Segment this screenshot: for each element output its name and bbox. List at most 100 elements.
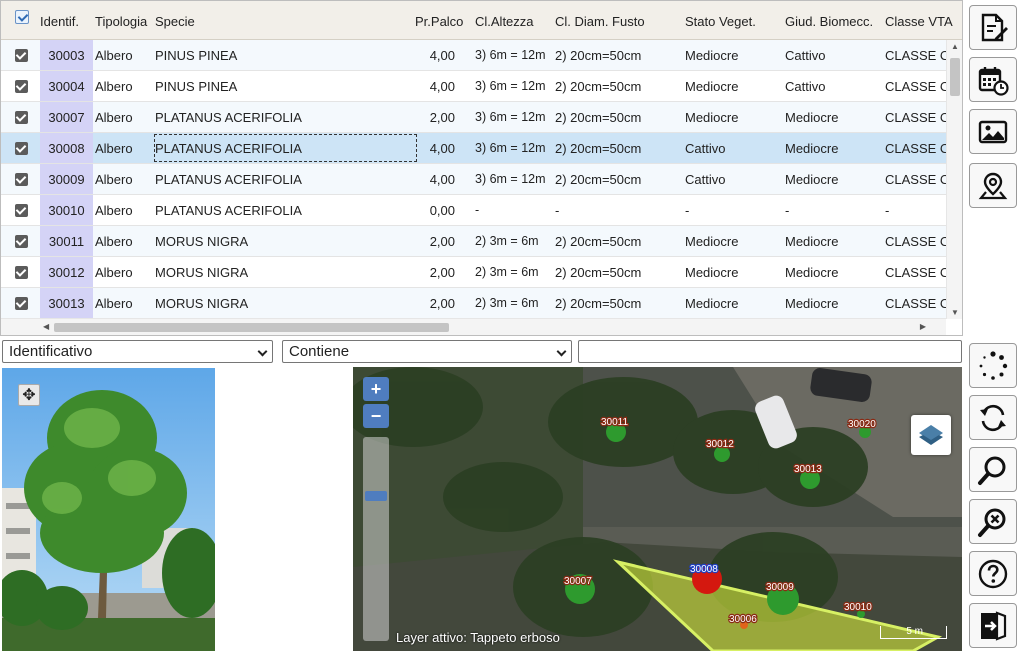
cell-specie[interactable]: MORUS NIGRA — [155, 257, 413, 287]
table-row[interactable]: 30009 Albero PLATANUS ACERIFOLIA 4,00 3) 6m … — [1, 164, 946, 195]
move-icon[interactable]: ✥ — [18, 384, 40, 406]
cell-stato[interactable]: Cattivo — [685, 133, 783, 163]
cell-palco[interactable]: 4,00 — [413, 133, 455, 163]
row-checkbox[interactable] — [15, 204, 28, 217]
cell-biomecc[interactable]: Mediocre — [785, 288, 883, 318]
filter-field-select[interactable]: Identificativo — [2, 340, 273, 363]
col-header-vta[interactable]: Classe VTA — [885, 14, 953, 29]
map-view[interactable]: 30011 30012 30013 30020 30007 30008 3000… — [353, 367, 962, 651]
cell-stato[interactable]: Mediocre — [685, 102, 783, 132]
cell-stato[interactable]: Mediocre — [685, 71, 783, 101]
cell-stato[interactable]: Mediocre — [685, 40, 783, 70]
cell-altezza[interactable]: 3) 6m = 12m — [475, 133, 553, 163]
table-row[interactable]: 30011 Albero MORUS NIGRA 2,00 2) 3m = 6m 2) 2… — [1, 226, 946, 257]
edit-button[interactable] — [969, 5, 1017, 50]
cell-id[interactable]: 30012 — [40, 257, 93, 287]
map-marker-label[interactable]: 30012 — [705, 438, 736, 451]
zoom-slider[interactable] — [363, 437, 389, 641]
cell-stato[interactable]: Mediocre — [685, 288, 783, 318]
cell-biomecc[interactable]: Cattivo — [785, 40, 883, 70]
map-marker-label[interactable]: 30013 — [793, 463, 824, 476]
col-header-specie[interactable]: Specie — [155, 14, 195, 29]
cell-specie[interactable]: PLATANUS ACERIFOLIA — [155, 102, 413, 132]
map-marker-label[interactable]: 30007 — [563, 575, 594, 588]
cell-id[interactable]: 30007 — [40, 102, 93, 132]
cell-tipologia[interactable]: Albero — [95, 257, 153, 287]
cell-tipologia[interactable]: Albero — [95, 40, 153, 70]
cell-altezza[interactable]: 3) 6m = 12m — [475, 102, 553, 132]
schedule-button[interactable] — [969, 57, 1017, 102]
cell-palco[interactable]: 2,00 — [413, 226, 455, 256]
cell-tipologia[interactable]: Albero — [95, 195, 153, 225]
cell-palco[interactable]: 4,00 — [413, 40, 455, 70]
row-checkbox[interactable] — [15, 111, 28, 124]
cell-tipologia[interactable]: Albero — [95, 288, 153, 318]
select-all-checkbox[interactable] — [15, 10, 29, 24]
cell-diam[interactable]: - — [555, 195, 681, 225]
cell-altezza[interactable]: 3) 6m = 12m — [475, 71, 553, 101]
col-header-altezza[interactable]: Cl.Altezza — [475, 14, 534, 29]
vertical-scroll-thumb[interactable] — [950, 58, 960, 96]
cell-biomecc[interactable]: Mediocre — [785, 102, 883, 132]
vertical-scrollbar[interactable]: ▲ ▼ — [946, 40, 962, 319]
cell-stato[interactable]: - — [685, 195, 783, 225]
col-header-palco[interactable]: Pr.Palco — [415, 14, 463, 29]
cell-diam[interactable]: 2) 20cm=50cm — [555, 71, 681, 101]
table-row[interactable]: 30004 Albero PINUS PINEA 4,00 3) 6m = 12m 2) … — [1, 71, 946, 102]
row-checkbox[interactable] — [15, 80, 28, 93]
cell-tipologia[interactable]: Albero — [95, 226, 153, 256]
map-canvas[interactable]: 30011 30012 30013 30020 30007 30008 3000… — [353, 367, 962, 651]
search-button[interactable] — [969, 447, 1017, 492]
cell-biomecc[interactable]: Mediocre — [785, 164, 883, 194]
cell-diam[interactable]: 2) 20cm=50cm — [555, 288, 681, 318]
cell-vta[interactable]: - — [885, 195, 946, 225]
cell-vta[interactable]: CLASSE C — [885, 133, 946, 163]
cell-diam[interactable]: 2) 20cm=50cm — [555, 226, 681, 256]
cell-biomecc[interactable]: Mediocre — [785, 226, 883, 256]
scroll-up-icon[interactable]: ▲ — [951, 42, 959, 51]
cell-tipologia[interactable]: Albero — [95, 102, 153, 132]
cell-altezza[interactable]: 3) 6m = 12m — [475, 164, 553, 194]
row-checkbox[interactable] — [15, 235, 28, 248]
filter-operator-select[interactable]: Contiene — [282, 340, 572, 363]
cell-specie[interactable]: MORUS NIGRA — [155, 226, 413, 256]
cell-vta[interactable]: CLASSE C — [885, 226, 946, 256]
horizontal-scrollbar[interactable]: ◀ ▶ — [1, 318, 946, 335]
cell-palco[interactable]: 4,00 — [413, 71, 455, 101]
scroll-down-icon[interactable]: ▼ — [951, 308, 959, 317]
refresh-button[interactable] — [969, 395, 1017, 440]
cell-biomecc[interactable]: Mediocre — [785, 257, 883, 287]
cell-altezza[interactable]: - — [475, 195, 553, 225]
row-checkbox[interactable] — [15, 173, 28, 186]
cell-palco[interactable]: 0,00 — [413, 195, 455, 225]
col-header-stato[interactable]: Stato Veget. — [685, 14, 756, 29]
cell-biomecc[interactable]: - — [785, 195, 883, 225]
cell-palco[interactable]: 2,00 — [413, 288, 455, 318]
cell-vta[interactable]: CLASSE C — [885, 71, 946, 101]
col-header-tipologia[interactable]: Tipologia — [95, 14, 147, 29]
scroll-right-icon[interactable]: ▶ — [920, 322, 926, 331]
cell-biomecc[interactable]: Cattivo — [785, 71, 883, 101]
clear-search-button[interactable] — [969, 499, 1017, 544]
cell-id[interactable]: 30008 — [40, 133, 93, 163]
cell-altezza[interactable]: 2) 3m = 6m — [475, 226, 553, 256]
cell-id[interactable]: 30003 — [40, 40, 93, 70]
table-row[interactable]: 30008 Albero PLATANUS ACERIFOLIA 4,00 3) 6m … — [1, 133, 946, 164]
cell-diam[interactable]: 2) 20cm=50cm — [555, 40, 681, 70]
cell-diam[interactable]: 2) 20cm=50cm — [555, 133, 681, 163]
cell-id[interactable]: 30011 — [40, 226, 93, 256]
map-marker-label[interactable]: 30006 — [728, 613, 759, 626]
cell-diam[interactable]: 2) 20cm=50cm — [555, 257, 681, 287]
cell-tipologia[interactable]: Albero — [95, 133, 153, 163]
table-row[interactable]: 30013 Albero MORUS NIGRA 2,00 2) 3m = 6m 2) 2… — [1, 288, 946, 319]
cell-specie[interactable]: MORUS NIGRA — [155, 288, 413, 318]
cell-stato[interactable]: Mediocre — [685, 226, 783, 256]
cell-diam[interactable]: 2) 20cm=50cm — [555, 102, 681, 132]
cell-vta[interactable]: CLASSE C — [885, 288, 946, 318]
cell-vta[interactable]: CLASSE C — [885, 164, 946, 194]
cell-biomecc[interactable]: Mediocre — [785, 133, 883, 163]
cell-id[interactable]: 30013 — [40, 288, 93, 318]
cell-tipologia[interactable]: Albero — [95, 164, 153, 194]
scroll-left-icon[interactable]: ◀ — [43, 322, 49, 331]
cell-palco[interactable]: 2,00 — [413, 102, 455, 132]
